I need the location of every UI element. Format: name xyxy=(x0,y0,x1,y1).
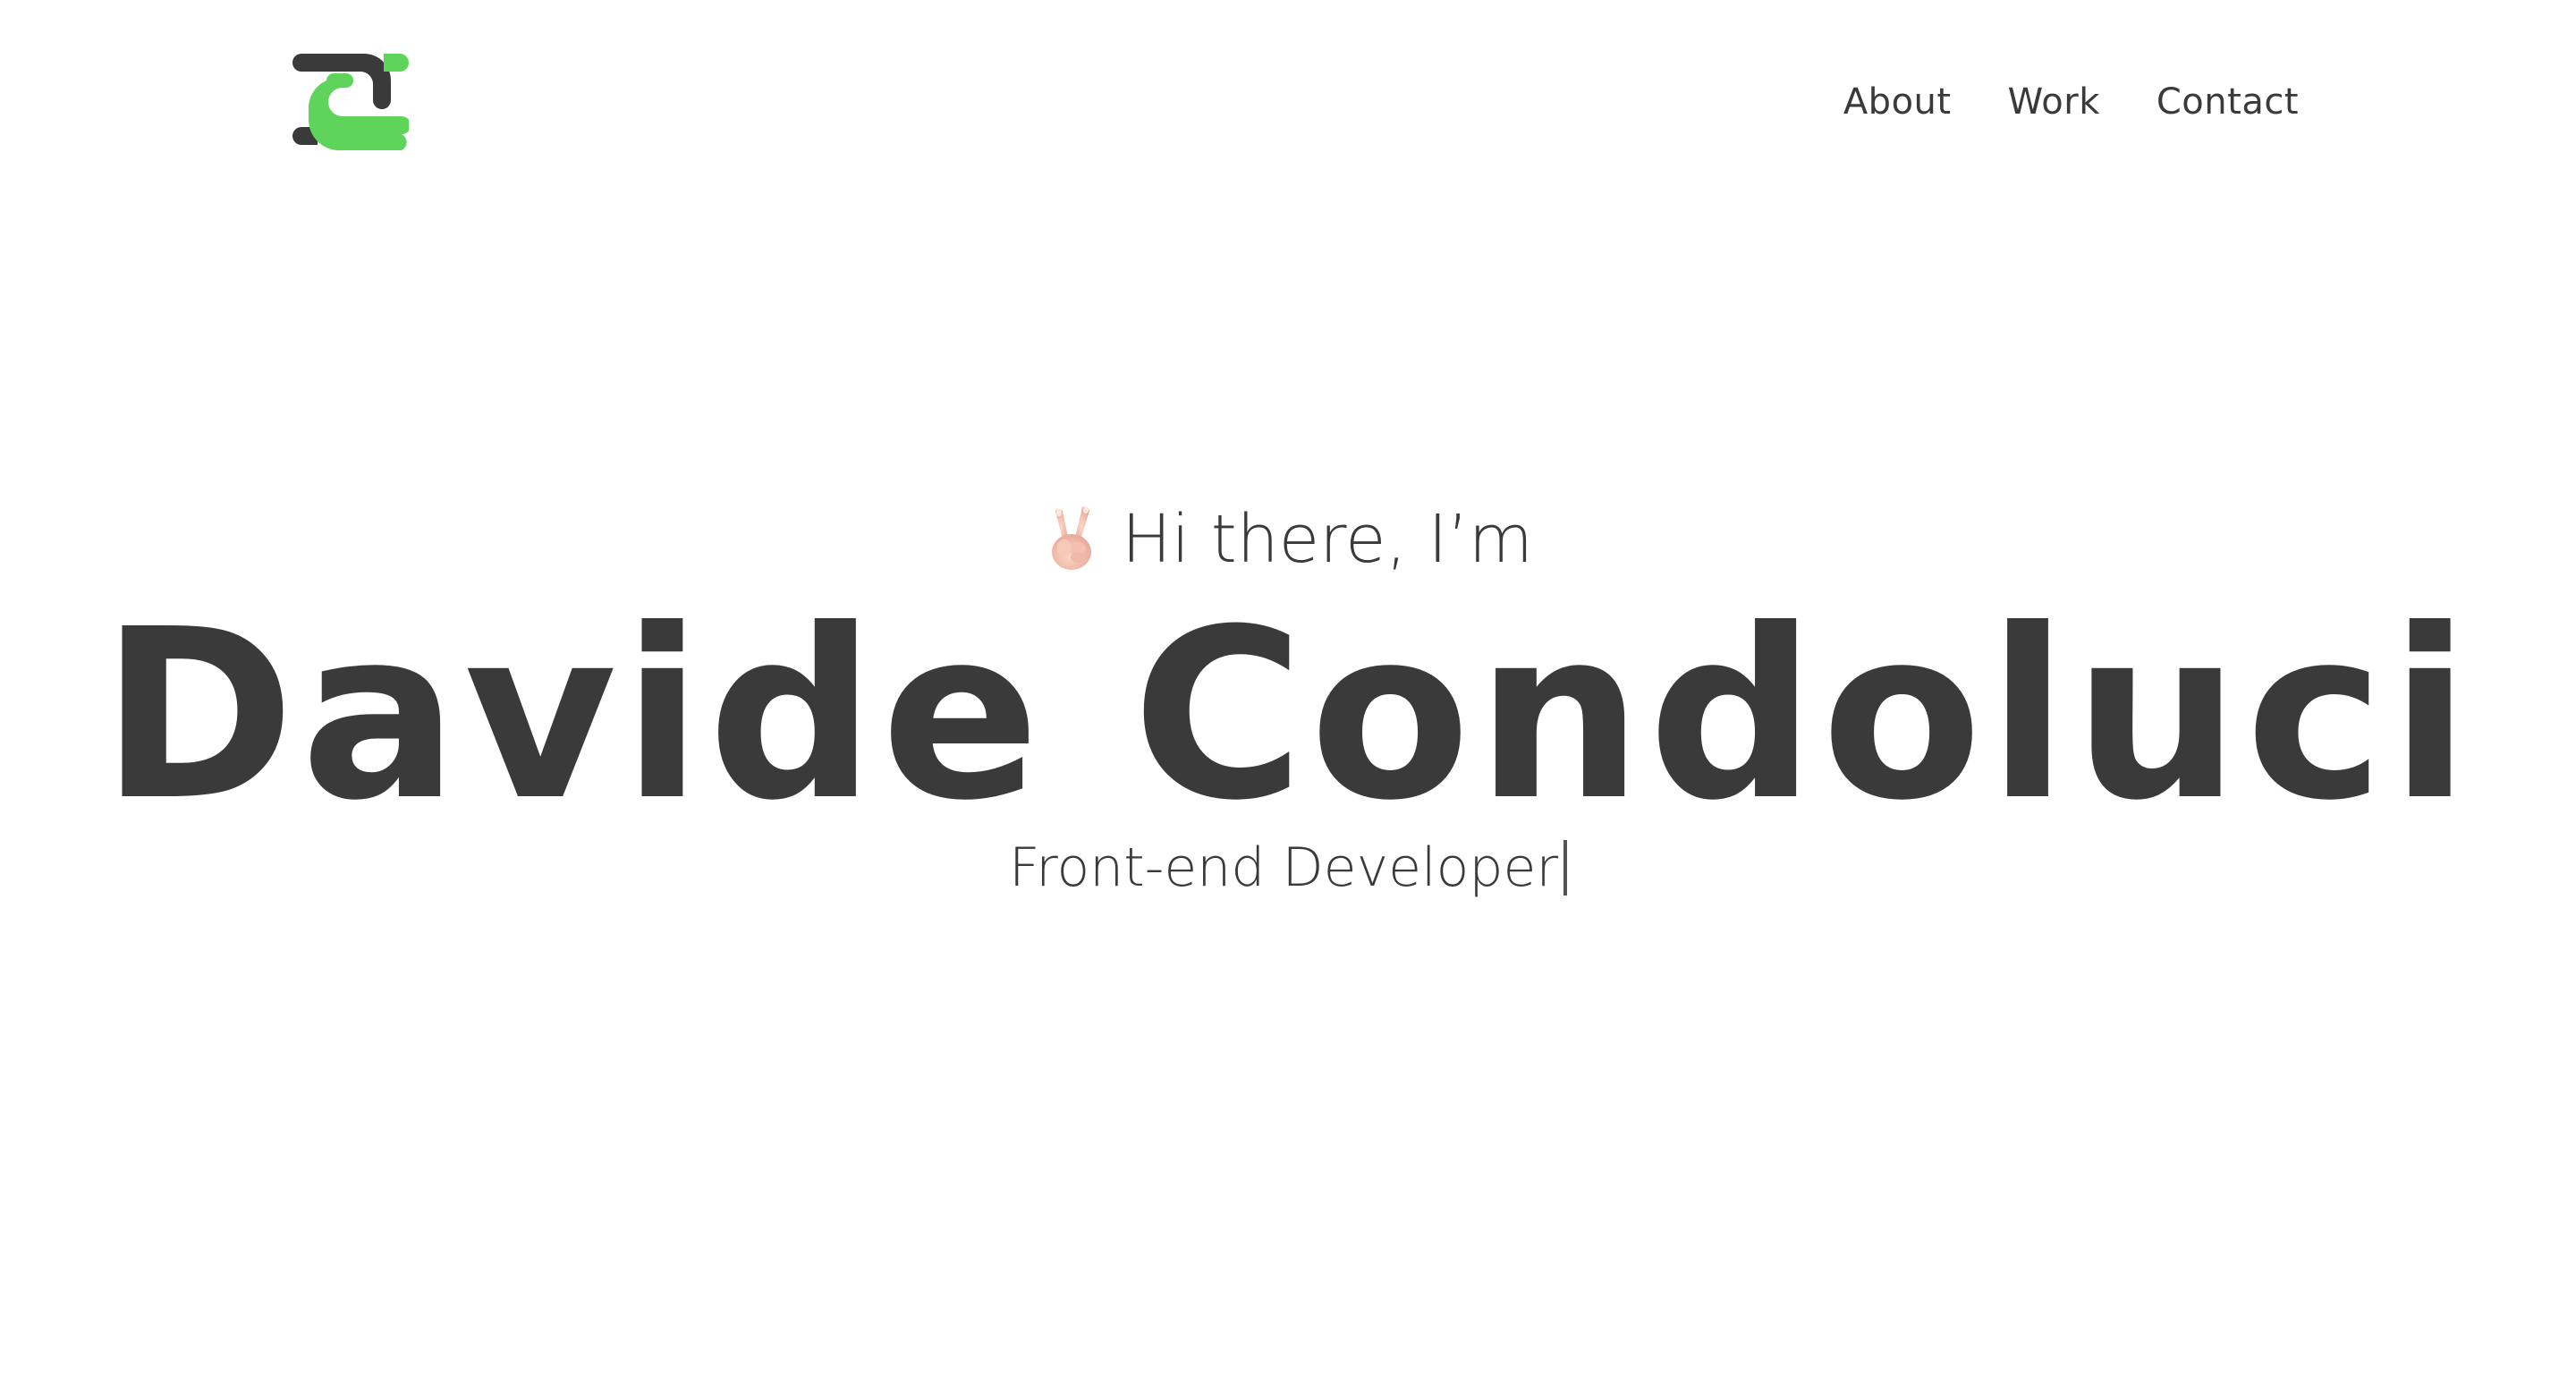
greeting: Hi there, I’m xyxy=(0,497,2576,582)
main-nav: About Work Contact xyxy=(1843,77,2299,127)
nav-link-about[interactable]: About xyxy=(1843,77,1952,127)
typing-cursor xyxy=(1563,840,1568,895)
page: About Work Contact Hi there, I’m Davide … xyxy=(0,0,2576,1392)
site-header: About Work Contact xyxy=(291,54,2299,152)
role-text: Front-end Developer xyxy=(1008,836,1559,899)
role-line: Front-end Developer xyxy=(0,832,2576,904)
logo-icon[interactable] xyxy=(291,54,411,150)
hero-name: Davide Condoluci xyxy=(100,579,2476,852)
greeting-text: Hi there, I’m xyxy=(1122,501,1533,578)
nav-link-work[interactable]: Work xyxy=(2008,77,2100,127)
nav-link-contact[interactable]: Contact xyxy=(2157,77,2299,127)
victory-hand-icon xyxy=(1043,505,1100,573)
